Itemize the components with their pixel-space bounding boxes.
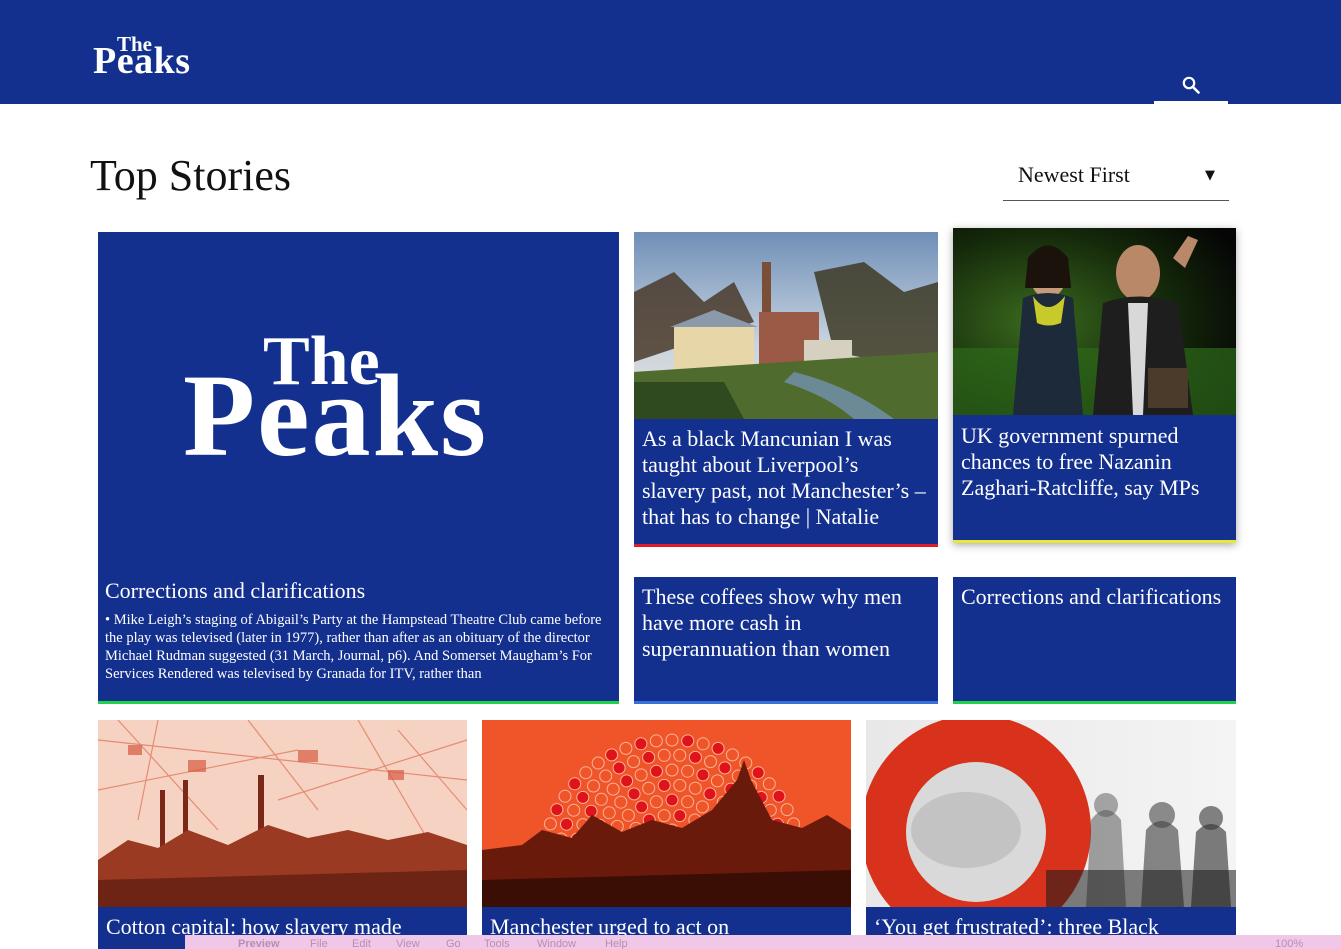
sort-label: Newest First (1018, 162, 1130, 187)
decorative-dot (673, 809, 687, 823)
story-image-people (953, 228, 1236, 415)
decorative-dot (550, 803, 564, 817)
story-headline: Corrections and clarifications (105, 578, 366, 603)
story-headline: These coffees show why men have more cas… (642, 584, 902, 661)
story-image-map-skyline (98, 720, 467, 907)
menu-view[interactable]: View (396, 938, 420, 949)
decorative-dot (612, 761, 626, 775)
menu-go[interactable]: Go (446, 938, 461, 949)
decorative-dot (649, 764, 663, 778)
story-card-nazanin[interactable]: UK government spurned chances to free Na… (953, 228, 1236, 543)
decorative-dot (620, 774, 634, 788)
decorative-dot (703, 787, 717, 801)
decorative-dot (681, 734, 695, 748)
menu-help[interactable]: Help (605, 938, 628, 949)
story-headline: UK government spurned chances to free Na… (961, 423, 1200, 500)
menu-window[interactable]: Window (537, 938, 576, 949)
story-card-frustrated[interactable]: ‘You get frustrated’: three Black (866, 720, 1236, 949)
story-headline: As a black Mancunian I was taught about … (642, 426, 926, 529)
decorative-dot (584, 804, 598, 818)
decorative-dot (560, 817, 573, 831)
decorative-dot (772, 789, 786, 803)
decorative-dot (718, 761, 732, 775)
story-card-mill[interactable]: As a black Mancunian I was taught about … (634, 232, 938, 547)
chevron-down-icon: ▼ (1205, 168, 1215, 183)
zoom-level: 100% (1275, 938, 1304, 949)
decorative-dot (642, 750, 656, 764)
story-image-mill (634, 232, 938, 419)
page-title: Top Stories (90, 151, 292, 200)
logo-peaks: Peaks (93, 40, 191, 82)
menu-tools[interactable]: Tools (484, 938, 510, 949)
decorative-dot (751, 766, 765, 780)
menu-file[interactable]: File (310, 938, 328, 949)
story-excerpt: • Mike Leigh’s staging of Abigail’s Part… (105, 612, 602, 682)
decorative-dot (576, 790, 590, 804)
story-card-coffees[interactable]: These coffees show why men have more cas… (634, 577, 938, 704)
story-card-corrections[interactable]: Corrections and clarifications (953, 577, 1236, 704)
story-headline: Corrections and clarifications (961, 584, 1222, 609)
lead-logo-peaks: Peaks (183, 350, 488, 481)
story-card-cotton-capital[interactable]: Cotton capital: how slavery made (98, 720, 467, 949)
menu-edit[interactable]: Edit (352, 938, 371, 949)
decorative-dot (688, 750, 702, 764)
decorative-dot (568, 777, 582, 791)
menu-bar: Preview File Edit View Go Tools Window H… (185, 935, 1341, 949)
story-card-manchester[interactable]: Manchester urged to act on (482, 720, 851, 949)
decorative-dot (635, 800, 649, 814)
story-image-dots-skyline (482, 720, 851, 907)
search-button[interactable] (1154, 64, 1228, 104)
decorative-dot (665, 793, 679, 807)
search-icon (1182, 76, 1200, 94)
menu-app[interactable]: Preview (238, 938, 280, 949)
decorative-dot (711, 741, 725, 755)
story-card-lead[interactable]: The Peaks Corrections and clarifications… (98, 232, 619, 704)
decorative-dot (696, 768, 710, 782)
decorative-dot (627, 787, 641, 801)
decorative-dot (634, 737, 648, 751)
story-image-red-circle (866, 720, 1236, 907)
top-bar: The Peaks (0, 0, 1341, 104)
sort-select[interactable]: Newest First ▼ (1003, 152, 1229, 201)
decorative-dot (605, 748, 619, 762)
decorative-dot (657, 778, 671, 792)
